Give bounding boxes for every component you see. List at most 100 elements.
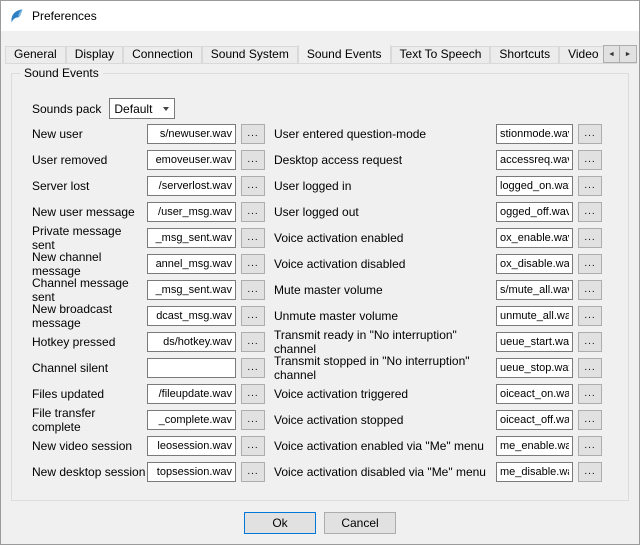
tab-connection[interactable]: Connection: [123, 46, 202, 63]
sound-event-label: Channel message sent: [32, 276, 147, 304]
sound-event-row: Mute master volume ...: [274, 280, 602, 300]
browse-button[interactable]: ...: [578, 410, 602, 430]
browse-button[interactable]: ...: [578, 150, 602, 170]
browse-button[interactable]: ...: [241, 358, 265, 378]
cancel-button[interactable]: Cancel: [324, 512, 396, 534]
sound-event-row: New video session ...: [32, 436, 265, 456]
browse-button[interactable]: ...: [578, 436, 602, 456]
sound-file-input[interactable]: [147, 436, 236, 456]
browse-button[interactable]: ...: [578, 228, 602, 248]
sound-file-input[interactable]: [147, 306, 236, 326]
browse-button[interactable]: ...: [578, 384, 602, 404]
tab-label: Connection: [132, 47, 193, 61]
sound-file-input[interactable]: [147, 254, 236, 274]
sound-events-group: Sound Events Sounds pack Default New use…: [11, 73, 629, 501]
tab-text-to-speech[interactable]: Text To Speech: [391, 46, 491, 63]
browse-button[interactable]: ...: [241, 410, 265, 430]
sound-file-input[interactable]: [147, 384, 236, 404]
browse-button[interactable]: ...: [578, 332, 602, 352]
sound-event-label: New user message: [32, 205, 147, 219]
browse-button[interactable]: ...: [578, 202, 602, 222]
sound-event-row: Voice activation triggered ...: [274, 384, 602, 404]
sound-event-label: File transfer complete: [32, 406, 147, 434]
sound-file-input[interactable]: [496, 150, 573, 170]
browse-button[interactable]: ...: [578, 306, 602, 326]
sound-file-input[interactable]: [147, 462, 236, 482]
browse-button[interactable]: ...: [241, 436, 265, 456]
sound-event-row: File transfer complete ...: [32, 410, 265, 430]
sound-event-label: Mute master volume: [274, 283, 496, 297]
browse-button[interactable]: ...: [578, 124, 602, 144]
sound-file-input[interactable]: [147, 358, 236, 378]
sounds-pack-select[interactable]: Default: [109, 98, 175, 119]
sounds-pack-label: Sounds pack: [32, 102, 101, 116]
browse-button[interactable]: ...: [241, 176, 265, 196]
sound-file-input[interactable]: [496, 436, 573, 456]
sound-event-label: User removed: [32, 153, 147, 167]
browse-button[interactable]: ...: [578, 176, 602, 196]
sound-file-input[interactable]: [496, 410, 573, 430]
browse-button[interactable]: ...: [578, 358, 602, 378]
browse-button[interactable]: ...: [241, 228, 265, 248]
tab-general[interactable]: General: [5, 46, 66, 63]
sound-file-input[interactable]: [496, 332, 573, 352]
sound-file-input[interactable]: [496, 462, 573, 482]
sound-file-input[interactable]: [496, 202, 573, 222]
tab-video[interactable]: Video: [559, 46, 603, 63]
sound-event-label: Channel silent: [32, 361, 147, 375]
browse-button[interactable]: ...: [241, 332, 265, 352]
sound-file-input[interactable]: [496, 358, 573, 378]
sound-event-label: Transmit ready in "No interruption" chan…: [274, 328, 496, 356]
sound-event-label: Unmute master volume: [274, 309, 496, 323]
tab-shortcuts[interactable]: Shortcuts: [490, 46, 559, 63]
sound-event-row: Channel message sent ...: [32, 280, 265, 300]
browse-button[interactable]: ...: [241, 254, 265, 274]
sound-event-label: Hotkey pressed: [32, 335, 147, 349]
browse-button[interactable]: ...: [241, 150, 265, 170]
sound-event-label: Transmit stopped in "No interruption" ch…: [274, 354, 496, 382]
sound-file-input[interactable]: [147, 228, 236, 248]
sound-file-input[interactable]: [147, 332, 236, 352]
browse-button[interactable]: ...: [241, 280, 265, 300]
preferences-window: Preferences GeneralDisplayConnectionSoun…: [0, 0, 640, 545]
sound-file-input[interactable]: [147, 410, 236, 430]
tab-scroll-right-button[interactable]: ►: [620, 45, 637, 63]
tab-scroll-left-button[interactable]: ◄: [603, 45, 620, 63]
sound-event-row: Private message sent ...: [32, 228, 265, 248]
sound-file-input[interactable]: [496, 124, 573, 144]
browse-button[interactable]: ...: [241, 384, 265, 404]
browse-button[interactable]: ...: [578, 280, 602, 300]
sound-event-label: User entered question-mode: [274, 127, 496, 141]
sound-event-row: New user message ...: [32, 202, 265, 222]
sound-file-input[interactable]: [496, 306, 573, 326]
tab-label: Sound System: [211, 47, 289, 61]
sound-file-input[interactable]: [147, 124, 236, 144]
sound-file-input[interactable]: [496, 280, 573, 300]
tab-display[interactable]: Display: [66, 46, 123, 63]
sound-file-input[interactable]: [147, 176, 236, 196]
tab-label: Video: [568, 47, 598, 61]
sound-file-input[interactable]: [496, 176, 573, 196]
sound-event-row: Voice activation stopped ...: [274, 410, 602, 430]
tab-sound-system[interactable]: Sound System: [202, 46, 298, 63]
browse-button[interactable]: ...: [241, 202, 265, 222]
ok-button[interactable]: Ok: [244, 512, 316, 534]
sound-file-input[interactable]: [147, 280, 236, 300]
tab-label: Display: [75, 47, 114, 61]
sound-file-input[interactable]: [496, 384, 573, 404]
sound-file-input[interactable]: [496, 254, 573, 274]
browse-button[interactable]: ...: [241, 306, 265, 326]
sound-file-input[interactable]: [147, 150, 236, 170]
tab-sound-events[interactable]: Sound Events: [298, 45, 391, 63]
tab-label: Shortcuts: [499, 47, 550, 61]
sound-file-input[interactable]: [147, 202, 236, 222]
tab-scroll-right-icon: ►: [625, 51, 632, 58]
sound-event-row: Channel silent ...: [32, 358, 265, 378]
sound-file-input[interactable]: [496, 228, 573, 248]
sound-event-label: New video session: [32, 439, 147, 453]
browse-button[interactable]: ...: [578, 462, 602, 482]
tab-label: Text To Speech: [400, 47, 482, 61]
browse-button[interactable]: ...: [241, 124, 265, 144]
browse-button[interactable]: ...: [578, 254, 602, 274]
browse-button[interactable]: ...: [241, 462, 265, 482]
